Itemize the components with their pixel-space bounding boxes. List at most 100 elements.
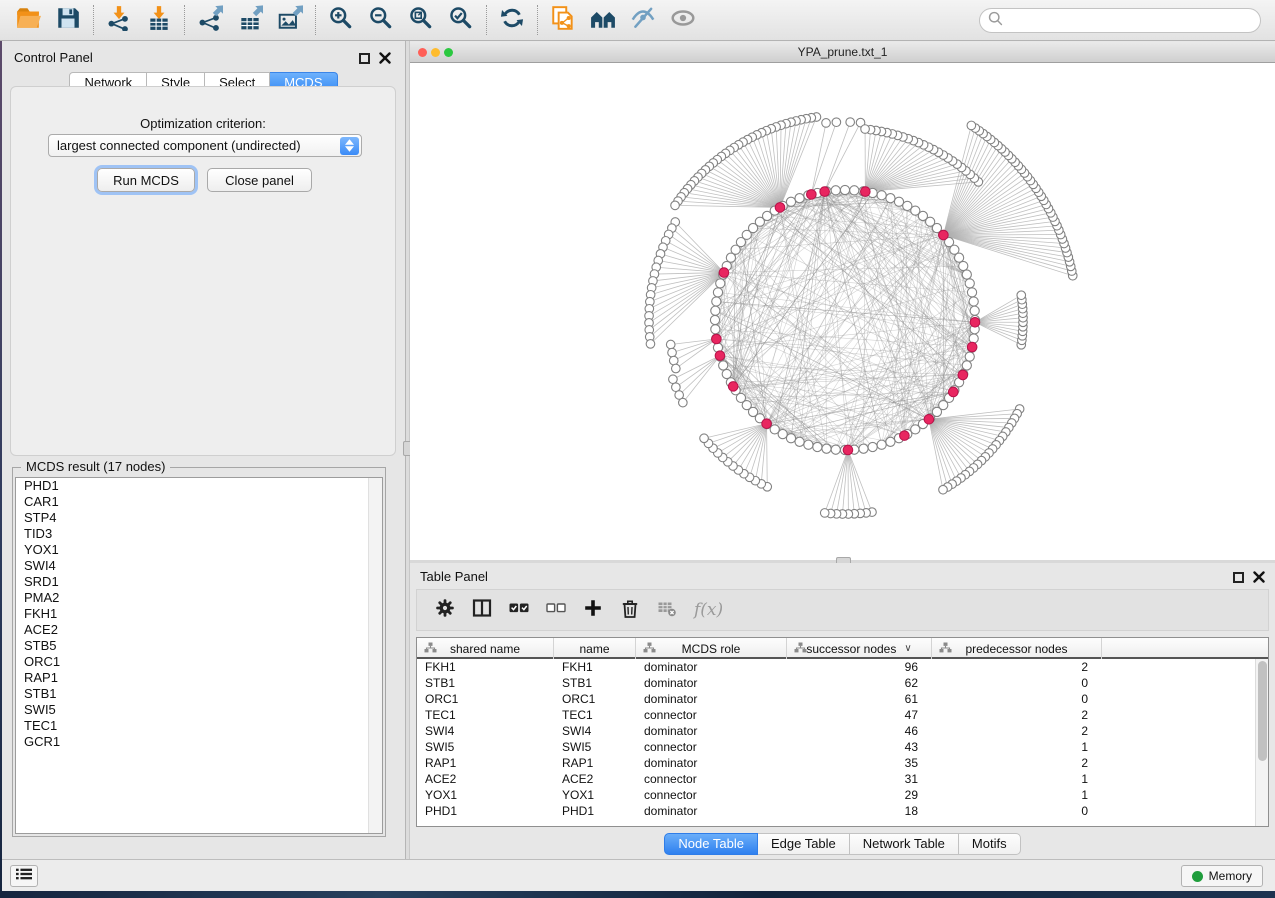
import-network-icon [106, 5, 132, 36]
show-columns-button[interactable] [472, 598, 492, 623]
mcds-result-item[interactable]: SWI4 [16, 558, 382, 574]
search-input[interactable] [1009, 13, 1260, 28]
sort-descending-icon: ∨ [904, 643, 911, 654]
table-cell: RAP1 [417, 755, 554, 771]
mcds-result-item[interactable]: TEC1 [16, 718, 382, 734]
table-cell: SWI5 [554, 739, 636, 755]
table-cell: 31 [787, 771, 932, 787]
mcds-result-item[interactable]: STB5 [16, 638, 382, 654]
float-panel-icon[interactable] [1233, 570, 1244, 588]
table-row[interactable]: PHD1PHD1dominator180 [417, 803, 1268, 819]
refresh-view-button[interactable] [492, 3, 532, 37]
run-mcds-button[interactable]: Run MCDS [97, 168, 195, 192]
search-box[interactable] [979, 8, 1261, 33]
zoom-out-icon [368, 5, 394, 36]
show-all-button[interactable] [663, 3, 703, 37]
import-table-button[interactable] [139, 3, 179, 37]
mcds-result-item[interactable]: ORC1 [16, 654, 382, 670]
table-row[interactable]: ACE2ACE2connector311 [417, 771, 1268, 787]
table-panel: Table Panel f(x) shared namenameMCDS rol… [410, 563, 1275, 859]
deselect-all-button[interactable] [546, 598, 566, 623]
tab-edge-table[interactable]: Edge Table [758, 833, 850, 855]
export-image-button[interactable] [270, 3, 310, 37]
column-header-MCDS-role[interactable]: MCDS role [636, 638, 787, 659]
mcds-result-list[interactable]: PHD1CAR1STP4TID3YOX1SWI4SRD1PMA2FKH1ACE2… [15, 477, 383, 834]
mcds-result-item[interactable]: SWI5 [16, 702, 382, 718]
mcds-result-item[interactable]: FKH1 [16, 606, 382, 622]
criterion-dropdown[interactable]: largest connected component (undirected) [48, 134, 362, 157]
table-options-button[interactable] [435, 598, 455, 623]
memory-button[interactable]: Memory [1181, 865, 1263, 887]
mcds-result-item[interactable]: YOX1 [16, 542, 382, 558]
tab-network-table[interactable]: Network Table [850, 833, 959, 855]
mcds-result-item[interactable]: STB1 [16, 686, 382, 702]
column-header-filler [1102, 638, 1268, 659]
mcds-result-group: MCDS result (17 nodes) PHD1CAR1STP4TID3Y… [12, 467, 386, 837]
mcds-result-item[interactable]: GCR1 [16, 734, 382, 750]
add-column-icon [583, 598, 603, 623]
close-panel-icon[interactable] [379, 51, 391, 69]
column-header-successor-nodes[interactable]: successor nodes∨ [787, 638, 932, 659]
column-header-shared-name[interactable]: shared name [417, 638, 554, 659]
table-cell: 62 [787, 675, 932, 691]
first-neighbors-button[interactable] [583, 3, 623, 37]
mcds-result-item[interactable]: SRD1 [16, 574, 382, 590]
memory-status-icon [1192, 871, 1203, 882]
zoom-in-icon [328, 5, 354, 36]
duplicate-network-button[interactable] [543, 3, 583, 37]
save-session-button[interactable] [48, 3, 88, 37]
table-row[interactable]: YOX1YOX1connector291 [417, 787, 1268, 803]
table-row[interactable]: ORC1ORC1dominator610 [417, 691, 1268, 707]
mcds-result-item[interactable]: STP4 [16, 510, 382, 526]
table-cell: dominator [636, 723, 787, 739]
table-row[interactable]: SWI4SWI4dominator462 [417, 723, 1268, 739]
import-network-button[interactable] [99, 3, 139, 37]
table-row[interactable]: STB1STB1dominator620 [417, 675, 1268, 691]
result-list-scrollbar[interactable] [368, 478, 382, 833]
table-scrollbar-thumb[interactable] [1258, 661, 1267, 761]
table-row[interactable]: TEC1TEC1connector472 [417, 707, 1268, 723]
table-cell: 29 [787, 787, 932, 803]
node-table[interactable]: shared namenameMCDS rolesuccessor nodes∨… [416, 637, 1269, 827]
column-header-predecessor-nodes[interactable]: predecessor nodes [932, 638, 1102, 659]
mcds-result-item[interactable]: PHD1 [16, 478, 382, 494]
optimization-criterion-label: Optimization criterion: [11, 116, 395, 131]
hide-selected-button[interactable] [623, 3, 663, 37]
network-canvas[interactable] [410, 63, 1275, 560]
zoom-selected-button[interactable] [441, 3, 481, 37]
float-panel-icon[interactable] [359, 51, 370, 69]
close-panel-icon[interactable] [1253, 570, 1265, 588]
open-file-button[interactable] [8, 3, 48, 37]
zoom-in-button[interactable] [321, 3, 361, 37]
table-row[interactable]: FKH1FKH1dominator962 [417, 659, 1268, 675]
table-cell: 2 [932, 723, 1102, 739]
table-cell: RAP1 [554, 755, 636, 771]
mcds-result-item[interactable]: TID3 [16, 526, 382, 542]
sitemap-icon [424, 642, 437, 656]
mcds-result-item[interactable]: ACE2 [16, 622, 382, 638]
export-table-button[interactable] [230, 3, 270, 37]
network-window-titlebar[interactable]: YPA_prune.txt_1 [410, 42, 1275, 63]
delete-column-button[interactable] [620, 598, 640, 623]
close-panel-button[interactable]: Close panel [207, 168, 312, 192]
zoom-out-button[interactable] [361, 3, 401, 37]
desktop-wallpaper [0, 891, 1275, 898]
zoom-fit-button[interactable] [401, 3, 441, 37]
column-header-name[interactable]: name [554, 638, 636, 659]
tab-motifs[interactable]: Motifs [959, 833, 1021, 855]
export-network-button[interactable] [190, 3, 230, 37]
add-column-button[interactable] [583, 598, 603, 623]
select-all-button[interactable] [509, 598, 529, 623]
table-row[interactable]: SWI5SWI5connector431 [417, 739, 1268, 755]
mcds-result-item[interactable]: PMA2 [16, 590, 382, 606]
tab-node-table[interactable]: Node Table [664, 833, 758, 855]
mcds-result-item[interactable]: CAR1 [16, 494, 382, 510]
table-row[interactable]: RAP1RAP1dominator352 [417, 755, 1268, 771]
control-panel-title: Control Panel [14, 50, 93, 65]
mcds-result-item[interactable]: RAP1 [16, 670, 382, 686]
toolbar-separator [315, 5, 316, 35]
table-scrollbar[interactable] [1255, 659, 1268, 826]
task-history-button[interactable] [10, 865, 38, 887]
table-cell: 43 [787, 739, 932, 755]
table-cell: 18 [787, 803, 932, 819]
